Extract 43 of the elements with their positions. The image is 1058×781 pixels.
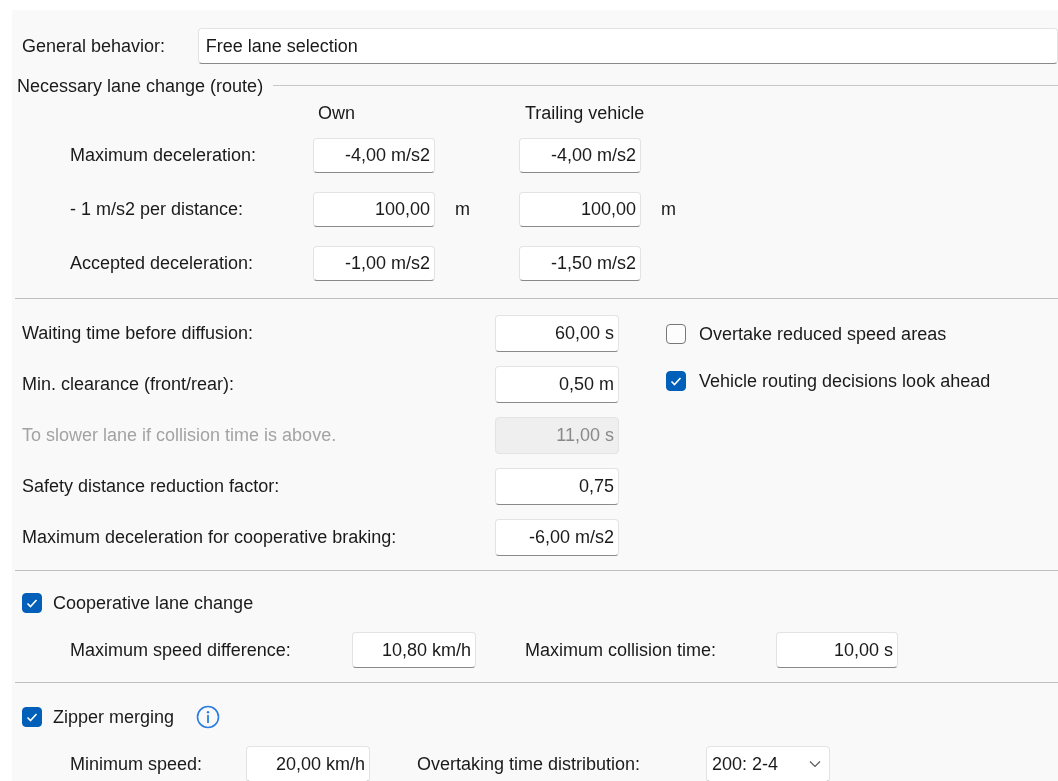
field-label: Maximum deceleration for cooperative braking:	[22, 527, 398, 548]
checkbox-label: Cooperative lane change	[53, 592, 254, 614]
number-field[interactable]: -1,00 m/s2	[313, 246, 435, 281]
number-field[interactable]: 60,00 s	[495, 315, 619, 352]
number-field[interactable]: -6,00 m/s2	[495, 519, 619, 556]
number-field[interactable]: 10,00 s	[776, 632, 898, 668]
checkbox[interactable]	[666, 371, 686, 391]
info-icon[interactable]	[196, 705, 221, 729]
number-field[interactable]: -4,00 m/s2	[313, 138, 435, 173]
field-label: General behavior:	[22, 35, 167, 57]
field-label: Waiting time before diffusion:	[22, 323, 255, 344]
number-field[interactable]: -1,50 m/s2	[519, 246, 641, 281]
number-field[interactable]: -4,00 m/s2	[519, 138, 641, 173]
field-label: Maximum deceleration:	[70, 145, 258, 166]
unit-label: m	[455, 199, 470, 219]
chevron-down-icon	[809, 760, 821, 768]
column-header: Own	[318, 103, 355, 124]
number-field[interactable]: 10,80 km/h	[352, 632, 476, 668]
checkbox[interactable]	[22, 593, 42, 613]
checkbox-label: Zipper merging	[53, 706, 175, 728]
checkbox[interactable]	[666, 324, 686, 344]
checkbox[interactable]	[22, 707, 42, 727]
checkbox-label: Overtake reduced speed areas	[699, 323, 947, 345]
field-label: Accepted deceleration:	[70, 253, 255, 274]
general-behavior-field[interactable]: Free lane selection	[197, 28, 1058, 64]
field-label: - 1 m/s2 per distance:	[70, 199, 245, 220]
field-label: Minimum speed:	[70, 753, 204, 775]
field-label: Overtaking time distribution:	[417, 753, 642, 775]
distribution-dropdown[interactable]: 200: 2-4	[706, 746, 830, 781]
checkbox-label: Vehicle routing decisions look ahead	[699, 370, 991, 392]
field-label: Min. clearance (front/rear):	[22, 374, 236, 395]
field-label: To slower lane if collision time is above.	[22, 425, 338, 446]
number-field[interactable]: 100,00	[313, 192, 435, 227]
column-header: Trailing vehicle	[525, 103, 645, 124]
unit-label: m	[661, 199, 676, 219]
number-field[interactable]: 20,00 km/h	[246, 746, 370, 781]
number-field[interactable]: 100,00	[519, 192, 641, 227]
group-title: Necessary lane change (route)	[17, 75, 264, 97]
number-field[interactable]: 0,50 m	[495, 366, 619, 403]
field-label: Safety distance reduction factor:	[22, 476, 281, 497]
field-label: Maximum collision time:	[525, 639, 718, 661]
number-field[interactable]: 0,75	[495, 468, 619, 505]
field-label: Maximum speed difference:	[70, 639, 292, 661]
